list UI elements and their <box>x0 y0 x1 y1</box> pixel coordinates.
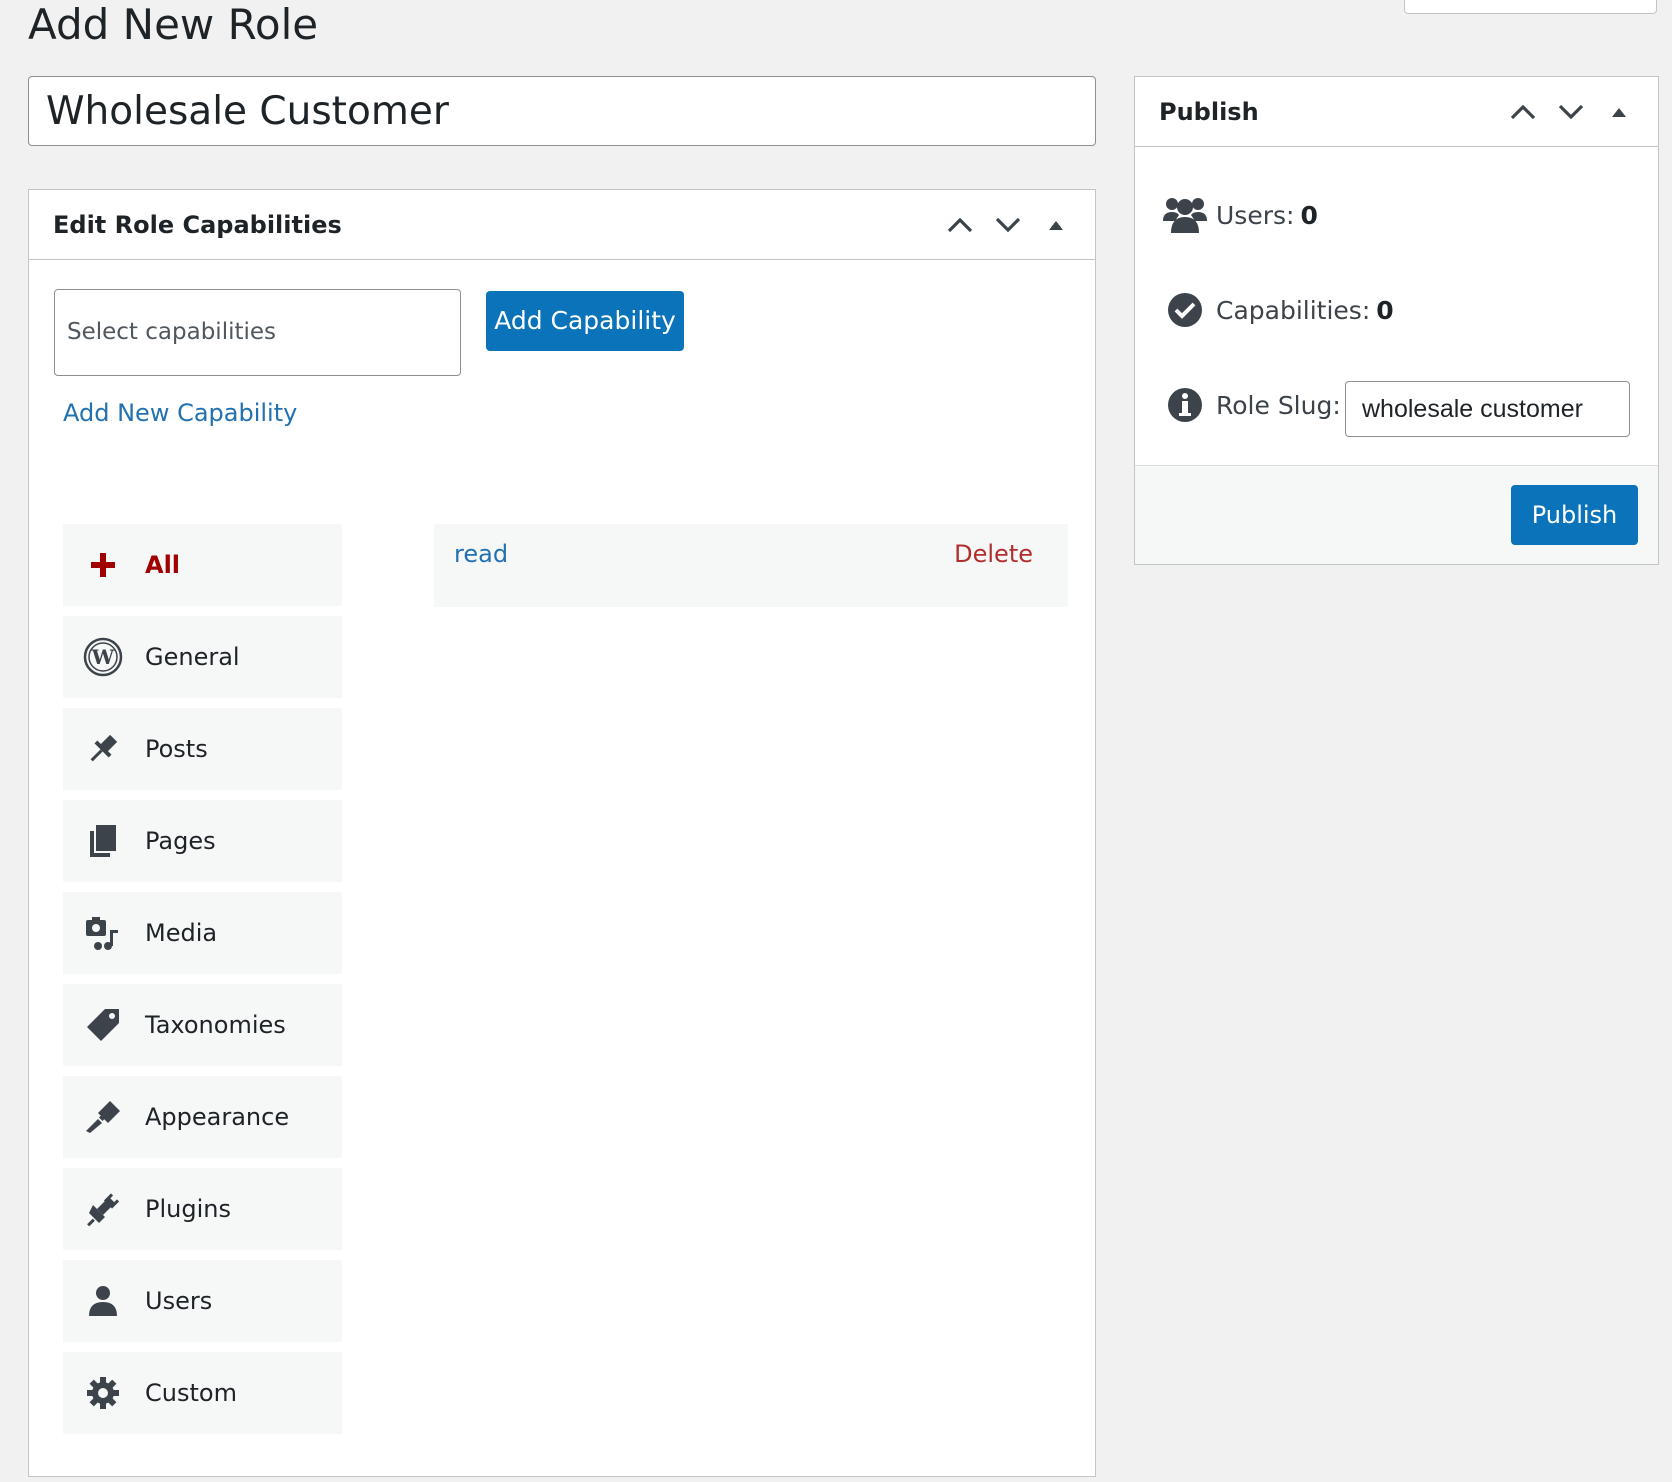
postbox-title: Publish <box>1159 97 1259 126</box>
category-label: Pages <box>145 827 216 855</box>
publish-box: Publish Users: 0 Capabilities: 0 Role Sl… <box>1134 76 1659 565</box>
users-count: 0 <box>1300 200 1318 230</box>
chevron-up-icon <box>1510 104 1536 119</box>
add-new-capability-link[interactable]: Add New Capability <box>63 399 297 427</box>
category-label: Plugins <box>145 1195 231 1223</box>
move-up-button[interactable] <box>1508 97 1538 127</box>
page: Add New Role Edit Role Capabilities Sele… <box>0 0 1672 1482</box>
category-label: Appearance <box>145 1103 290 1131</box>
category-label: Media <box>145 919 218 947</box>
toggle-panel-button[interactable] <box>1041 210 1071 240</box>
postbox-header: Publish <box>1135 77 1658 147</box>
users-group-icon <box>1163 193 1207 237</box>
capability-category-list: All W General Posts Pages Media Taxonomi… <box>63 524 342 1444</box>
category-posts[interactable]: Posts <box>63 708 342 790</box>
role-slug-label: Role Slug: <box>1216 390 1341 420</box>
category-appearance[interactable]: Appearance <box>63 1076 342 1158</box>
triangle-up-icon <box>1612 107 1626 117</box>
wordpress-icon: W <box>83 637 123 677</box>
move-up-button[interactable] <box>945 210 975 240</box>
category-taxonomies[interactable]: Taxonomies <box>63 984 342 1066</box>
user-icon <box>83 1281 123 1321</box>
move-down-button[interactable] <box>993 210 1023 240</box>
category-label: Taxonomies <box>145 1011 286 1039</box>
category-custom[interactable]: Custom <box>63 1352 342 1434</box>
category-general[interactable]: W General <box>63 616 342 698</box>
category-plugins[interactable]: Plugins <box>63 1168 342 1250</box>
role-slug-input[interactable] <box>1345 381 1630 437</box>
category-label: General <box>145 643 240 671</box>
pushpin-icon <box>83 729 123 769</box>
category-label: Custom <box>145 1379 237 1407</box>
category-label: Posts <box>145 735 208 763</box>
plugin-icon <box>83 1189 123 1229</box>
edit-role-capabilities-box: Edit Role Capabilities Select capabiliti… <box>28 189 1096 1477</box>
toggle-panel-button[interactable] <box>1604 97 1634 127</box>
gear-icon <box>83 1373 123 1413</box>
category-pages[interactable]: Pages <box>63 800 342 882</box>
screen-options-tab[interactable] <box>1404 0 1657 14</box>
info-icon <box>1163 383 1207 427</box>
add-capability-button[interactable]: Add Capability <box>486 291 684 351</box>
publish-button[interactable]: Publish <box>1511 485 1638 545</box>
capabilities-select[interactable]: Select capabilities <box>54 289 461 376</box>
handle-actions <box>945 210 1071 240</box>
svg-text:W: W <box>91 645 115 669</box>
delete-capability-link[interactable]: Delete <box>954 540 1033 607</box>
chevron-down-icon <box>995 217 1021 232</box>
capabilities-count-row: Capabilities: 0 <box>1163 288 1394 332</box>
capabilities-label: Capabilities: <box>1216 295 1371 325</box>
category-users[interactable]: Users <box>63 1260 342 1342</box>
users-count-row: Users: 0 <box>1163 193 1318 237</box>
tag-icon <box>83 1005 123 1045</box>
handle-actions <box>1508 97 1634 127</box>
category-media[interactable]: Media <box>63 892 342 974</box>
publish-actions: Publish <box>1135 465 1658 564</box>
plus-icon <box>83 545 123 585</box>
move-down-button[interactable] <box>1556 97 1586 127</box>
media-icon <box>83 913 123 953</box>
paintbrush-icon <box>83 1097 123 1137</box>
users-label: Users: <box>1216 200 1295 230</box>
triangle-up-icon <box>1049 220 1063 230</box>
pages-icon <box>83 821 123 861</box>
category-label: Users <box>145 1287 213 1315</box>
chevron-down-icon <box>1558 104 1584 119</box>
category-label: All <box>145 551 181 579</box>
category-all[interactable]: All <box>63 524 342 606</box>
role-slug-row: Role Slug: <box>1163 383 1341 427</box>
capability-name-link[interactable]: read <box>454 540 508 607</box>
postbox-header: Edit Role Capabilities <box>29 190 1095 260</box>
chevron-up-icon <box>947 217 973 232</box>
capabilities-count: 0 <box>1376 295 1394 325</box>
postbox-title: Edit Role Capabilities <box>53 210 342 239</box>
capability-row: read Delete <box>434 524 1068 607</box>
check-circle-icon <box>1163 288 1207 332</box>
role-name-input[interactable] <box>28 76 1096 146</box>
page-title: Add New Role <box>28 0 319 49</box>
